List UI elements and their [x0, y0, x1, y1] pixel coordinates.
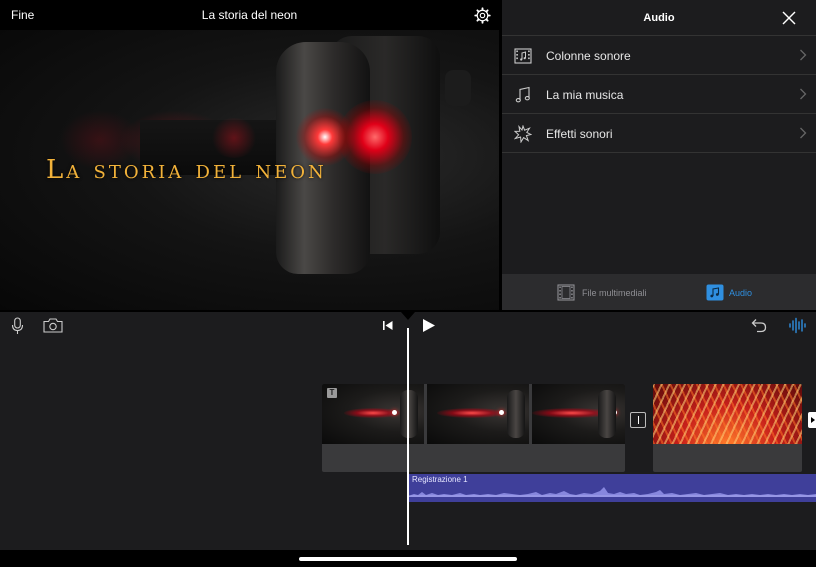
video-frame: La storia del neon: [0, 30, 499, 310]
audio-clip[interactable]: Registrazione 1: [408, 474, 816, 502]
video-preview: Fine La storia del neon La storia del ne…: [0, 0, 499, 310]
music-note-icon: [706, 284, 724, 301]
clip-thumbnail: [532, 384, 625, 444]
tab-audio[interactable]: Audio: [706, 274, 766, 310]
tab-label: File multimediali: [582, 288, 647, 298]
play-icon[interactable]: [422, 318, 436, 333]
chevron-right-icon: [800, 88, 807, 100]
menu-item-my-music[interactable]: La mia musica: [502, 75, 816, 114]
clip-thumbnail: [653, 384, 802, 444]
home-indicator[interactable]: [299, 557, 517, 561]
video-clip[interactable]: T: [322, 384, 625, 472]
tab-media-files[interactable]: File multimediali: [557, 274, 667, 310]
playhead[interactable]: [407, 328, 409, 545]
clip-thumbnails: [322, 384, 625, 444]
undo-icon[interactable]: [751, 318, 767, 333]
clip-scroll-right-handle[interactable]: [808, 412, 816, 428]
menu-item-soundtracks[interactable]: Colonne sonore: [502, 36, 816, 75]
close-icon[interactable]: [782, 11, 796, 25]
preview-top-bar: Fine La storia del neon: [0, 0, 499, 30]
microphone-icon[interactable]: [11, 317, 24, 335]
clip-thumbnail: [427, 384, 529, 444]
skip-to-start-icon[interactable]: [382, 320, 394, 331]
video-clip[interactable]: [653, 384, 802, 472]
tab-label: Audio: [729, 288, 753, 298]
media-tab-bar: File multimediali Audio: [502, 274, 816, 310]
menu-item-label: Colonne sonore: [546, 49, 631, 63]
video-title-overlay: La storia del neon: [46, 155, 327, 185]
menu-item-label: Effetti sonori: [546, 127, 613, 141]
menu-item-label: La mia musica: [546, 88, 624, 102]
sound-effects-icon: [514, 125, 532, 143]
transition-button[interactable]: [630, 412, 646, 428]
filmstrip-icon: [557, 284, 575, 301]
audio-waveform-icon[interactable]: [788, 317, 806, 334]
audio-waveform: [408, 487, 816, 497]
chevron-right-icon: [800, 49, 807, 61]
audio-panel-header: Audio: [502, 0, 816, 36]
playhead-marker: [401, 312, 415, 320]
title-text-icon: T: [327, 388, 337, 398]
audio-panel: Audio Colonne sonore La mia musica Effet…: [502, 0, 816, 310]
menu-item-sound-effects[interactable]: Effetti sonori: [502, 114, 816, 153]
device-knob: [445, 70, 471, 106]
music-note-icon: [515, 86, 530, 103]
chevron-right-icon: [800, 127, 807, 139]
red-glow: [210, 118, 258, 158]
settings-gear-icon[interactable]: [474, 7, 491, 24]
camera-icon[interactable]: [43, 318, 63, 333]
audio-panel-title: Audio: [643, 12, 675, 24]
film-music-icon: [514, 48, 532, 64]
audio-clip-label: Registrazione 1: [412, 475, 468, 484]
project-title: La storia del neon: [201, 8, 298, 22]
red-light-point: [338, 100, 412, 174]
